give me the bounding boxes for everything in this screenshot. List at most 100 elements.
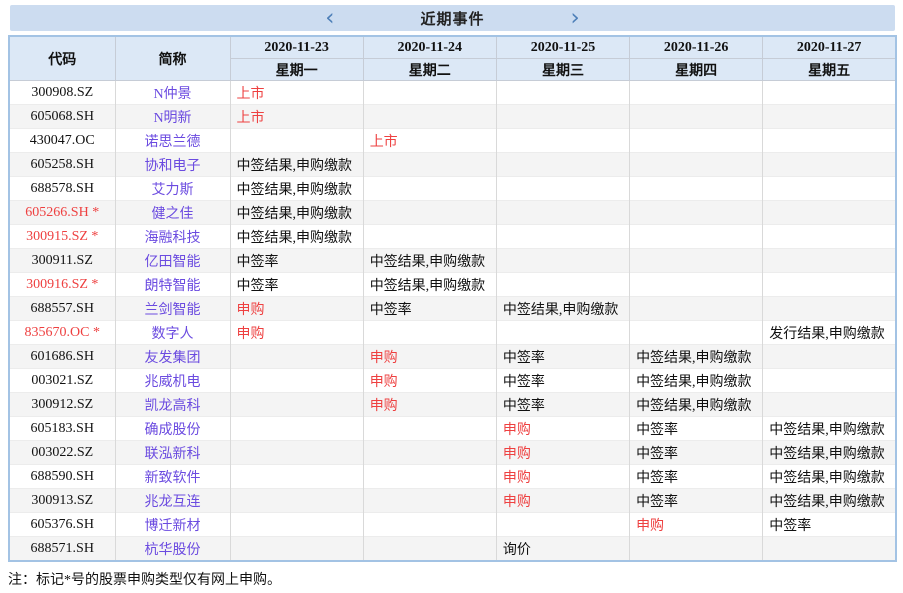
event-cell xyxy=(363,201,496,225)
column-header-weekday: 星期四 xyxy=(630,59,763,81)
event-cell xyxy=(763,537,896,562)
event-cell xyxy=(363,321,496,345)
stock-name-link[interactable]: 健之佳 xyxy=(115,201,230,225)
event-cell xyxy=(763,345,896,369)
event-cell: 中签结果,申购缴款 xyxy=(363,249,496,273)
stock-code: 605266.SH * xyxy=(9,201,115,225)
event-cell xyxy=(496,225,629,249)
event-cell: 中签率 xyxy=(496,369,629,393)
event-cell: 中签结果,申购缴款 xyxy=(630,345,763,369)
stock-name-link[interactable]: 海融科技 xyxy=(115,225,230,249)
event-cell: 申购 xyxy=(496,441,629,465)
event-cell: 申购 xyxy=(230,321,363,345)
table-row: 300908.SZN仲景上市 xyxy=(9,81,896,105)
stock-name-link[interactable]: 确成股份 xyxy=(115,417,230,441)
event-cell: 中签结果,申购缴款 xyxy=(630,369,763,393)
stock-name-link[interactable]: 联泓新科 xyxy=(115,441,230,465)
column-header-name: 简称 xyxy=(115,36,230,81)
stock-name-link[interactable]: 朗特智能 xyxy=(115,273,230,297)
event-cell xyxy=(230,465,363,489)
event-cell xyxy=(363,153,496,177)
event-cell xyxy=(496,201,629,225)
event-cell xyxy=(630,153,763,177)
stock-name-link[interactable]: N明新 xyxy=(115,105,230,129)
stock-code: 003021.SZ xyxy=(9,369,115,393)
event-cell xyxy=(363,465,496,489)
stock-name-link[interactable]: 兆威机电 xyxy=(115,369,230,393)
event-cell xyxy=(763,177,896,201)
stock-code: 300908.SZ xyxy=(9,81,115,105)
stock-code: 003022.SZ xyxy=(9,441,115,465)
event-cell xyxy=(763,129,896,153)
column-header-date: 2020-11-25 xyxy=(496,36,629,59)
event-cell xyxy=(496,249,629,273)
stock-name-link[interactable]: 艾力斯 xyxy=(115,177,230,201)
table-row: 605258.SH协和电子中签结果,申购缴款 xyxy=(9,153,896,177)
stock-code: 300911.SZ xyxy=(9,249,115,273)
table-row: 688578.SH艾力斯中签结果,申购缴款 xyxy=(9,177,896,201)
event-cell: 中签结果,申购缴款 xyxy=(630,393,763,417)
event-cell xyxy=(630,537,763,562)
calendar-title: 近期事件 xyxy=(420,8,484,29)
event-cell xyxy=(630,297,763,321)
stock-code: 601686.SH xyxy=(9,345,115,369)
event-cell: 中签结果,申购缴款 xyxy=(496,297,629,321)
stock-code: 605376.SH xyxy=(9,513,115,537)
stock-name-link[interactable]: 兆龙互连 xyxy=(115,489,230,513)
event-cell: 中签结果,申购缴款 xyxy=(230,153,363,177)
stock-name-link[interactable]: N仲景 xyxy=(115,81,230,105)
event-cell xyxy=(630,177,763,201)
table-row: 605068.SHN明新上市 xyxy=(9,105,896,129)
stock-name-link[interactable]: 新致软件 xyxy=(115,465,230,489)
stock-code: 300916.SZ * xyxy=(9,273,115,297)
event-cell xyxy=(630,321,763,345)
table-row: 688557.SH兰剑智能申购中签率中签结果,申购缴款 xyxy=(9,297,896,321)
stock-name-link[interactable]: 亿田智能 xyxy=(115,249,230,273)
table-row: 003021.SZ兆威机电申购中签率中签结果,申购缴款 xyxy=(9,369,896,393)
stock-code: 688571.SH xyxy=(9,537,115,562)
stock-code: 688557.SH xyxy=(9,297,115,321)
event-cell xyxy=(763,153,896,177)
next-week-button[interactable]: › xyxy=(567,8,584,28)
table-row: 601686.SH友发集团申购中签率中签结果,申购缴款 xyxy=(9,345,896,369)
event-cell: 中签率 xyxy=(630,417,763,441)
event-cell xyxy=(496,177,629,201)
event-cell xyxy=(630,225,763,249)
table-row: 300912.SZ凯龙高科申购中签率中签结果,申购缴款 xyxy=(9,393,896,417)
stock-code: 300912.SZ xyxy=(9,393,115,417)
table-row: 688571.SH杭华股份 询价 xyxy=(9,537,896,562)
event-cell xyxy=(496,129,629,153)
event-cell xyxy=(763,225,896,249)
stock-name-link[interactable]: 协和电子 xyxy=(115,153,230,177)
event-cell: 申购 xyxy=(496,465,629,489)
stock-name-link[interactable]: 凯龙高科 xyxy=(115,393,230,417)
stock-name-link[interactable]: 友发集团 xyxy=(115,345,230,369)
event-cell xyxy=(230,345,363,369)
stock-code: 300913.SZ xyxy=(9,489,115,513)
stock-name-link[interactable]: 杭华股份 xyxy=(115,537,230,562)
event-cell: 申购 xyxy=(230,297,363,321)
event-cell: 询价 xyxy=(496,537,629,562)
stock-name-link[interactable]: 数字人 xyxy=(115,321,230,345)
stock-name-link[interactable]: 博迁新材 xyxy=(115,513,230,537)
event-cell xyxy=(763,201,896,225)
event-cell: 中签率 xyxy=(630,489,763,513)
column-header-date: 2020-11-27 xyxy=(763,36,896,59)
column-header-code: 代码 xyxy=(9,36,115,81)
event-cell xyxy=(496,321,629,345)
stock-code: 605183.SH xyxy=(9,417,115,441)
event-cell: 申购 xyxy=(363,345,496,369)
stock-name-link[interactable]: 兰剑智能 xyxy=(115,297,230,321)
event-cell: 上市 xyxy=(363,129,496,153)
event-cell xyxy=(230,441,363,465)
event-cell: 中签率 xyxy=(630,441,763,465)
event-cell: 上市 xyxy=(230,105,363,129)
column-header-date: 2020-11-26 xyxy=(630,36,763,59)
event-cell xyxy=(763,249,896,273)
event-cell xyxy=(496,105,629,129)
event-cell xyxy=(230,393,363,417)
stock-name-link[interactable]: 诺思兰德 xyxy=(115,129,230,153)
event-cell xyxy=(363,489,496,513)
event-cell: 申购 xyxy=(496,489,629,513)
prev-week-button[interactable]: ‹ xyxy=(321,8,338,28)
